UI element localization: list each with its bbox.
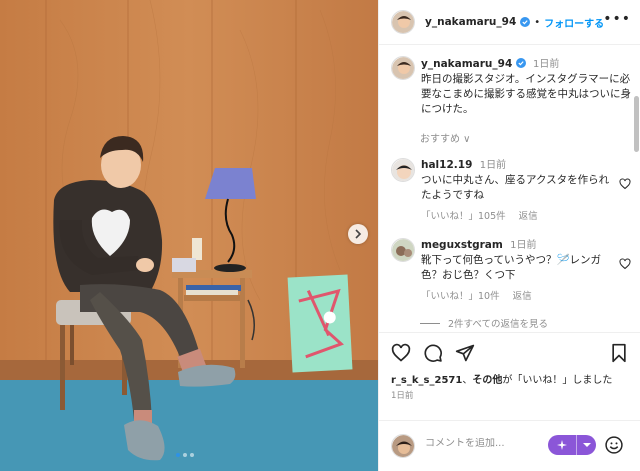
- avatar: [391, 434, 415, 458]
- recommended-sort-toggle[interactable]: おすすめ ∨: [420, 130, 471, 145]
- verified-icon: [515, 58, 526, 68]
- ai-options-dropdown[interactable]: [577, 435, 596, 455]
- avatar[interactable]: [391, 238, 415, 262]
- verified-icon: [520, 17, 531, 27]
- reply-button[interactable]: 返信: [519, 211, 538, 222]
- view-replies-button[interactable]: 2件すべての返信を見る: [420, 316, 548, 330]
- likes-suffix: が「いいね！」しました: [502, 375, 613, 386]
- replies-divider-line: [420, 322, 440, 324]
- ai-comment-button: [548, 435, 596, 455]
- comment-text: 靴下って何色っていうやつ？🪡レンガ色？おじ色？くつ下: [421, 254, 602, 281]
- sparkle-icon: [557, 440, 567, 450]
- heart-icon[interactable]: [391, 343, 411, 363]
- heart-icon[interactable]: [619, 178, 631, 190]
- comment-likes[interactable]: 「いいね！」10件: [421, 291, 500, 302]
- ai-suggest-button[interactable]: [548, 435, 576, 455]
- more-options-button[interactable]: •••: [603, 12, 631, 26]
- post-side-panel: y_nakamaru_94 • フォローする ••• y_nakamaru_94…: [378, 0, 640, 471]
- liked-by-username[interactable]: r_s_k_s_2571: [391, 375, 462, 386]
- photo-illustration: [0, 0, 378, 471]
- heart-icon[interactable]: [619, 258, 631, 270]
- caption-time: 1日前: [532, 59, 560, 70]
- add-comment-input[interactable]: [425, 438, 543, 449]
- comment-likes[interactable]: 「いいね！」105件: [421, 211, 506, 222]
- bookmark-icon[interactable]: [609, 343, 629, 363]
- post-photo[interactable]: [0, 0, 378, 471]
- comment-time: 1日前: [479, 160, 507, 171]
- likes-separator: 、: [462, 375, 473, 386]
- comments-section[interactable]: y_nakamaru_94 1日前 昨日の撮影スタジオ。インスタグラマーに必要な…: [379, 46, 640, 331]
- view-replies-label: 2件すべての返信を見る: [448, 319, 548, 330]
- avatar[interactable]: [391, 10, 415, 34]
- caption-username[interactable]: y_nakamaru_94: [421, 58, 512, 70]
- comment-text: ついに中丸さん、座るアクスタを作られたようですね: [421, 174, 610, 201]
- carousel-dot: [190, 453, 194, 457]
- comment-username[interactable]: hal12.19: [421, 159, 472, 171]
- likes-others[interactable]: その他: [472, 375, 502, 386]
- post-header: y_nakamaru_94 • フォローする •••: [379, 0, 640, 45]
- emoji-icon[interactable]: [604, 435, 624, 455]
- carousel-indicator: [176, 453, 194, 457]
- share-icon[interactable]: [455, 343, 475, 363]
- post-username[interactable]: y_nakamaru_94: [425, 16, 516, 28]
- comment-icon[interactable]: [423, 343, 443, 363]
- header-separator: •: [534, 16, 541, 28]
- carousel-dot: [183, 453, 187, 457]
- follow-button[interactable]: フォローする: [544, 15, 604, 30]
- post-actions: r_s_k_s_2571、その他が「いいね！」しました 1日前: [379, 332, 640, 407]
- add-comment-bar: [379, 420, 640, 471]
- avatar[interactable]: [391, 56, 415, 80]
- caret-down-icon: [582, 443, 591, 447]
- reply-button[interactable]: 返信: [513, 291, 532, 302]
- next-image-button[interactable]: [348, 224, 368, 244]
- avatar[interactable]: [391, 158, 415, 182]
- caption-text: 昨日の撮影スタジオ。インスタグラマーに必要なこまめに撮影する感覚を中丸はついに身…: [421, 73, 631, 115]
- likes-summary[interactable]: r_s_k_s_2571、その他が「いいね！」しました: [391, 371, 612, 386]
- carousel-dot: [176, 453, 180, 457]
- post-date: 1日前: [391, 391, 414, 401]
- comment-username[interactable]: meguxstgram: [421, 239, 503, 251]
- comment-time: 1日前: [510, 240, 537, 251]
- chevron-right-icon: [355, 229, 362, 239]
